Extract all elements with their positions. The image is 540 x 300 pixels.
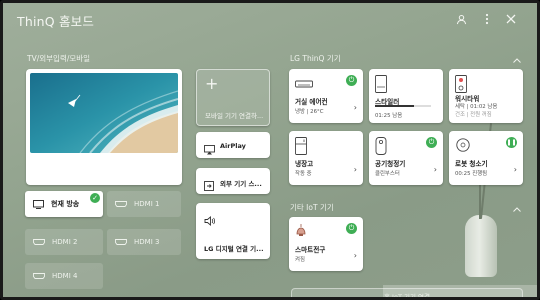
power-icon[interactable]: ⏻ [426, 137, 437, 148]
chevron-right-icon: › [513, 165, 517, 174]
page-title: ThinQ 홈보드 [17, 14, 95, 29]
robot-vacuum-icon [455, 137, 473, 153]
input-label: HDMI 1 [134, 200, 160, 208]
connect-iot-label: 홈 IoT 기기 연결 [384, 293, 430, 300]
external-device-button[interactable]: 외부 기기 스... [196, 168, 270, 194]
device-status-secondary: 건조 | 전원 꺼짐 [455, 112, 492, 118]
vase-decoration [465, 215, 497, 277]
device-status: 클린부스터 [375, 171, 400, 177]
chevron-right-icon: › [353, 251, 357, 260]
air-conditioner-icon [295, 75, 313, 91]
device-name: 공기청정기 [375, 160, 406, 168]
iot-section-title: 기타 IoT 기기 [290, 203, 334, 212]
device-status: 냉방 | 26°C [295, 109, 324, 115]
device-card-air-purifier[interactable]: ⏻ 공기청정기 클린부스터 › [369, 131, 443, 185]
chevron-up-icon[interactable] [512, 56, 522, 66]
chevron-up-icon[interactable] [512, 205, 522, 215]
device-status: 00:25 진행됨 [455, 171, 488, 177]
airplay-icon [204, 140, 215, 159]
device-card-air-conditioner[interactable]: ⏻ 거실 에어컨 냉방 | 26°C › [289, 69, 363, 123]
pause-icon[interactable]: ❚❚ [506, 137, 517, 148]
input-hdmi-1[interactable]: HDMI 1 [107, 191, 181, 217]
hdmi-icon [33, 239, 45, 245]
smart-bulb-icon [295, 223, 313, 239]
input-label: 현재 방송 [51, 200, 80, 208]
speaker-icon [204, 211, 216, 230]
power-icon[interactable]: ⏻ [346, 75, 357, 86]
device-status: 세탁 | 01:02 남음 [455, 104, 498, 110]
hdmi-icon [115, 201, 127, 207]
tv-preview-card[interactable] [26, 69, 182, 185]
air-purifier-icon [375, 137, 393, 155]
person-icon[interactable] [453, 11, 469, 27]
hdmi-icon [115, 239, 127, 245]
tv-preview-image [30, 73, 178, 153]
chevron-right-icon: › [353, 165, 357, 174]
lg-digital-connect-button[interactable]: LG 디지털 연결 기... [196, 203, 270, 259]
device-status: 작동 중 [295, 171, 312, 177]
tv-input-section-title: TV/외부입력/모바일 [27, 54, 91, 63]
input-hdmi-3[interactable]: HDMI 3 [107, 229, 181, 255]
connect-mobile-label: 모바일 기기 연결하... [205, 112, 264, 120]
input-hdmi-4[interactable]: HDMI 4 [25, 263, 103, 289]
device-name: 스마트전구 [295, 246, 326, 254]
external-device-icon [204, 176, 214, 195]
device-card-refrigerator[interactable]: 냉장고 작동 중 › [289, 131, 363, 185]
add-icon: + [205, 74, 219, 93]
tv-icon [33, 199, 44, 209]
lg-digital-connect-label: LG 디지털 연결 기... [204, 245, 264, 253]
input-hdmi-2[interactable]: HDMI 2 [25, 229, 103, 255]
device-status: 01:25 남음 [375, 113, 403, 119]
thinq-section-title: LG ThinQ 기기 [290, 54, 341, 63]
device-card-washtower[interactable]: 워시타워 세탁 | 01:02 남음 건조 | 전원 꺼짐 [449, 69, 523, 123]
refrigerator-icon [295, 137, 313, 155]
chevron-right-icon: › [433, 165, 437, 174]
styler-icon [375, 75, 393, 93]
input-label: HDMI 4 [52, 272, 78, 280]
more-vert-icon[interactable] [479, 11, 495, 27]
device-card-smart-bulb[interactable]: ⏻ 스마트전구 켜짐 › [289, 217, 363, 271]
hdmi-icon [33, 273, 45, 279]
device-name: 로봇 청소기 [455, 160, 488, 168]
check-icon: ✓ [90, 193, 100, 203]
input-label: HDMI 2 [52, 238, 78, 246]
connect-mobile-button[interactable]: + 모바일 기기 연결하... [196, 69, 270, 126]
device-card-styler[interactable]: 스타일러 01:25 남음 [369, 69, 443, 123]
progress-bar [375, 105, 431, 107]
connect-iot-button[interactable]: 홈 IoT 기기 연결 [291, 288, 523, 300]
chevron-right-icon: › [353, 103, 357, 112]
airplay-button[interactable]: AirPlay [196, 132, 270, 158]
external-device-label: 외부 기기 스... [220, 180, 262, 188]
device-card-robot-vacuum[interactable]: ❚❚ 로봇 청소기 00:25 진행됨 › [449, 131, 523, 185]
airplay-label: AirPlay [220, 142, 246, 150]
input-label: HDMI 3 [134, 238, 160, 246]
power-icon[interactable]: ⏻ [346, 223, 357, 234]
thinq-home-board: ThinQ 홈보드 TV/외부입력/모바일 현재 방송 ✓ HDMI 1 HDM… [0, 0, 540, 300]
device-name: 냉장고 [295, 160, 314, 168]
device-name: 거실 에어컨 [295, 98, 328, 106]
device-status: 켜짐 [295, 257, 305, 263]
washtower-icon [455, 75, 473, 93]
close-icon[interactable] [503, 11, 519, 27]
